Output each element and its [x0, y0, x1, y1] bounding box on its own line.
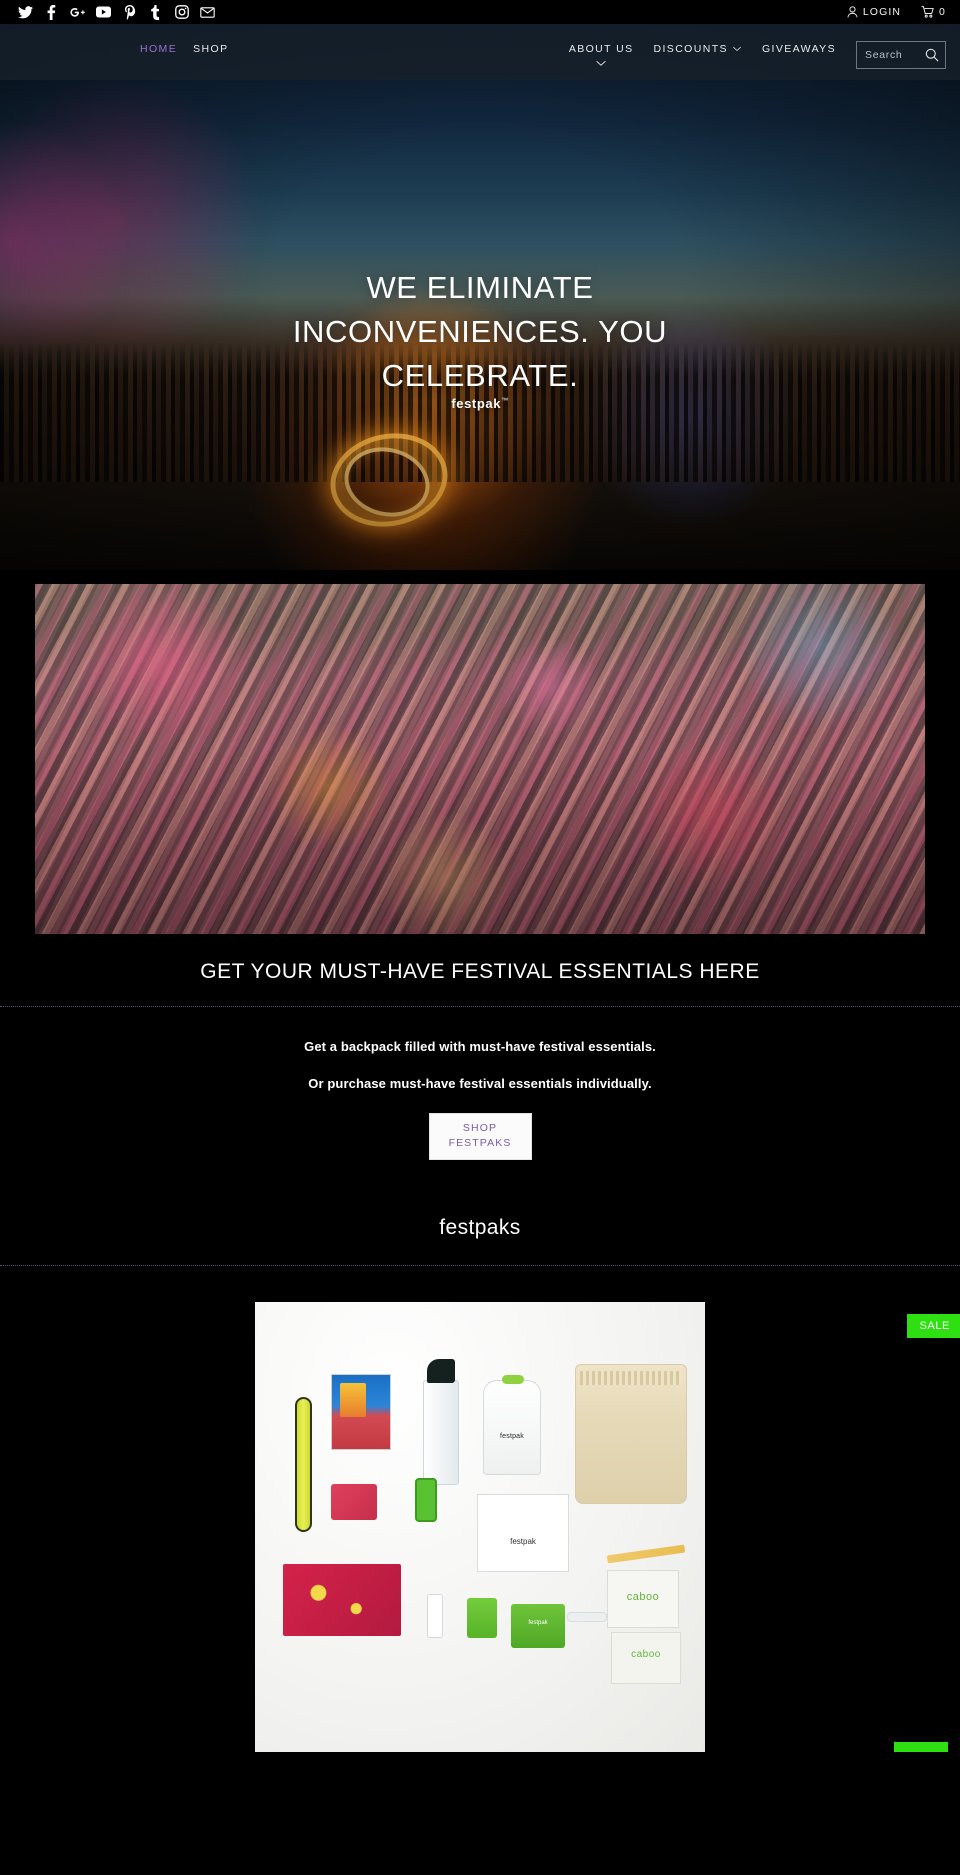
trademark-symbol: ™ — [501, 397, 509, 405]
product-grid: SALE — [0, 1302, 960, 1753]
feature-section: GET YOUR MUST-HAVE FESTIVAL ESSENTIALS H… — [0, 570, 960, 1161]
search-input[interactable] — [865, 49, 925, 61]
brand-logo: festpak™ — [0, 396, 960, 411]
glow-stick-item — [295, 1397, 312, 1533]
tumblr-icon[interactable] — [148, 4, 163, 20]
nav-link-about-us[interactable]: ABOUT US — [568, 43, 634, 66]
status-badge: SALE — [907, 1314, 960, 1339]
feature-text-line-1: Get a backpack filled with must-have fes… — [304, 1039, 656, 1054]
drawstring-backpack-item — [575, 1364, 687, 1505]
poncho-package-item — [331, 1374, 391, 1451]
collection-heading: festpaks — [439, 1216, 521, 1240]
nav-link-home[interactable]: HOME — [140, 43, 177, 55]
chevron-down-icon — [732, 46, 741, 52]
feature-image-wrap — [35, 584, 925, 934]
small-bottle-item — [427, 1594, 443, 1639]
nav-label-discounts: DISCOUNTS — [653, 43, 728, 55]
top-account-actions: LOGIN 0 — [847, 6, 946, 18]
google-plus-icon[interactable] — [70, 5, 85, 20]
nav-link-shop[interactable]: SHOP — [193, 43, 228, 55]
shop-festpaks-button[interactable]: SHOP FESTPAKS — [428, 1113, 532, 1161]
hero-copy: WE ELIMINATE INCONVENIENCES. YOU CELEBRA… — [0, 266, 960, 398]
scroll-indicator[interactable] — [894, 1742, 948, 1753]
product-card[interactable] — [255, 1302, 705, 1753]
shop-button-line-2: FESTPAKS — [448, 1137, 512, 1150]
shop-button-line-1: SHOP — [462, 1122, 498, 1134]
spray-bottle-item — [423, 1359, 459, 1486]
instagram-icon[interactable] — [174, 5, 189, 20]
festpak-zip-bag-item — [477, 1494, 569, 1573]
primary-nav-left: HOME SHOP — [140, 38, 228, 55]
pinterest-icon[interactable] — [122, 4, 137, 20]
cart-count: 0 — [939, 6, 946, 18]
login-link[interactable]: LOGIN — [847, 6, 901, 18]
primary-nav-right: ABOUT US DISCOUNTS GIVEAWAYS — [569, 38, 946, 69]
search-box[interactable] — [856, 41, 946, 69]
caboo-wipes-item — [611, 1632, 681, 1685]
hero-banner: HOME SHOP ABOUT US DISCOUNTS GIVEAWAYS W… — [0, 24, 960, 570]
festpaks-collection: festpaks SALE — [0, 1160, 960, 1753]
toothbrush-item — [567, 1612, 607, 1623]
sanitizer-clip-item — [415, 1478, 437, 1523]
twitter-icon[interactable] — [18, 5, 33, 20]
youtube-icon[interactable] — [96, 5, 111, 20]
red-package-item — [331, 1484, 377, 1521]
main-navigation: HOME SHOP ABOUT US DISCOUNTS GIVEAWAYS — [0, 24, 960, 80]
chevron-down-icon — [596, 60, 606, 66]
user-icon — [847, 6, 858, 18]
email-icon[interactable] — [200, 5, 215, 20]
nav-link-discounts[interactable]: DISCOUNTS — [654, 43, 742, 55]
feature-heading: GET YOUR MUST-HAVE FESTIVAL ESSENTIALS H… — [200, 960, 760, 983]
bandana-item — [283, 1564, 401, 1637]
nav-label-about-us: ABOUT US — [568, 43, 634, 55]
nav-label-giveaways: GIVEAWAYS — [761, 43, 836, 55]
top-utility-bar: LOGIN 0 — [0, 0, 960, 24]
feature-text-line-2: Or purchase must-have festival essential… — [308, 1076, 652, 1091]
cart-icon — [921, 6, 934, 18]
green-card-item — [467, 1598, 497, 1639]
festival-crowd-photo — [35, 584, 925, 934]
facebook-icon[interactable] — [44, 4, 59, 20]
login-label: LOGIN — [862, 6, 902, 18]
product-photo[interactable] — [255, 1302, 705, 1753]
search-icon[interactable] — [925, 48, 939, 62]
divider — [0, 1006, 960, 1007]
hero-headline: WE ELIMINATE INCONVENIENCES. YOU CELEBRA… — [292, 270, 668, 394]
festpak-water-pouch-item — [483, 1375, 541, 1476]
social-links — [18, 4, 215, 20]
nav-link-giveaways[interactable]: GIVEAWAYS — [762, 43, 836, 55]
divider — [0, 1265, 960, 1267]
festpak-green-pouch-item — [511, 1604, 565, 1649]
caboo-wipes-item — [607, 1570, 679, 1629]
cart-link[interactable]: 0 — [921, 6, 946, 18]
brand-logo-text: festpak — [451, 396, 502, 411]
